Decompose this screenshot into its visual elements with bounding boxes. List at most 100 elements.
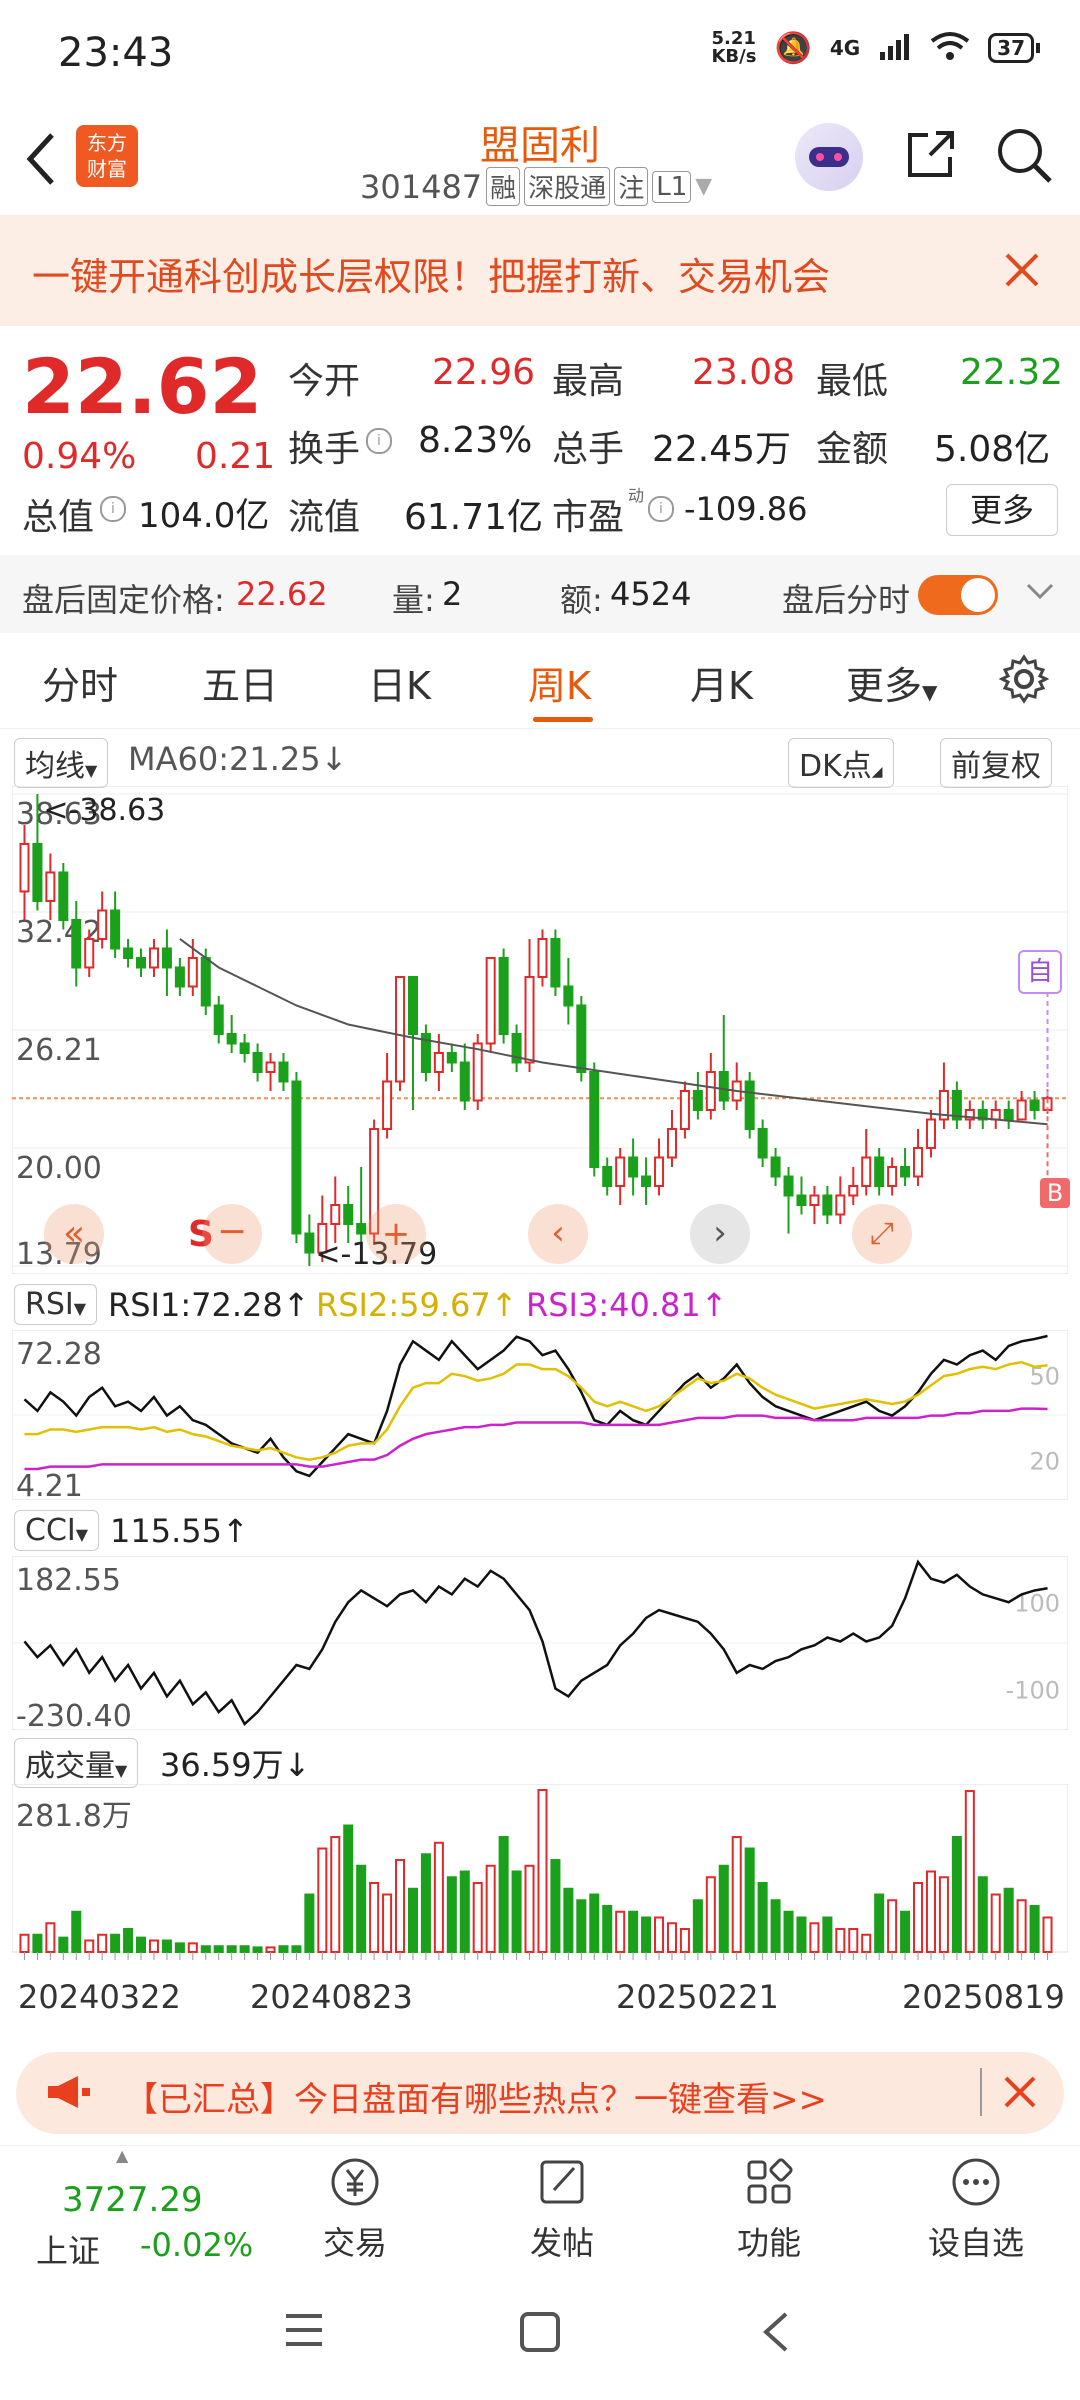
candlestick-chart[interactable]: 38.6332.4226.2120.0013.79<-38.63<-13.79 [12, 786, 1068, 1274]
cci-chart[interactable]: 182.55-230.40100-100 [12, 1556, 1068, 1730]
volume-bar [938, 1876, 949, 1953]
dropdown-icon: ▼ [75, 1525, 89, 1544]
candle-body [679, 1089, 690, 1130]
y-tick-label: 182.55 [16, 1563, 121, 1598]
move-left-icon[interactable]: ‹ [528, 1204, 588, 1264]
hotspot-ad-bar[interactable]: 【已汇总】今日盘面有哪些热点？一键查看>> [16, 2052, 1064, 2134]
buy-marker: B [1040, 1178, 1070, 1208]
volume-bar [990, 1893, 1001, 1953]
volume-bar [589, 1893, 600, 1953]
y-tick-label: 281.8万 [16, 1799, 132, 1834]
tab-daily-k[interactable]: 日K [368, 655, 431, 710]
volume-bar [964, 1790, 975, 1954]
index-name: 上证 [36, 2232, 101, 2270]
candle-body [848, 1185, 859, 1197]
volume-bar [239, 1945, 250, 1953]
yuan-icon [295, 2154, 415, 2218]
close-icon[interactable] [1000, 2072, 1040, 2116]
settings-gear-icon[interactable] [998, 653, 1050, 709]
volume-bar [19, 1933, 30, 1953]
volume-bar [641, 1916, 652, 1953]
move-right-icon[interactable]: › [690, 1204, 750, 1264]
volume-bar [1016, 1899, 1027, 1953]
volume-chart[interactable]: 281.8万 [12, 1784, 1068, 1984]
volume-select-label: 成交量 [25, 1749, 115, 1784]
volume-bar [330, 1836, 341, 1953]
tab-monthly-k[interactable]: 月K [690, 655, 753, 710]
candle-body [913, 1147, 924, 1178]
volume-bar [459, 1870, 470, 1953]
tags-dropdown-icon[interactable]: ▼ [695, 174, 712, 199]
rsi-chart[interactable]: 72.284.215020 [12, 1330, 1068, 1500]
chevron-down-icon[interactable] [1022, 577, 1058, 611]
candle-body [343, 1204, 354, 1226]
tab-five-day[interactable]: 五日 [202, 655, 278, 710]
quote-panel: 22.62 0.94% 0.21 今开 22.96 最高 23.08 最低 22… [0, 326, 1080, 551]
x-label-3: 20250221 [616, 1978, 779, 2016]
volume-bar [679, 1928, 690, 1954]
more-button[interactable]: 更多 [946, 484, 1058, 536]
rewind-icon[interactable]: « [44, 1204, 104, 1264]
candle-body [304, 1232, 315, 1254]
candle-body [654, 1156, 665, 1188]
volume-bar [97, 1933, 108, 1953]
rsi1-legend-text: RSI1:72.28 [108, 1286, 283, 1324]
zoom-out-icon[interactable]: − [202, 1204, 262, 1264]
candle-body [407, 975, 418, 1035]
tab-weekly-k[interactable]: 周K [528, 655, 591, 710]
candle-body [395, 975, 406, 1083]
candle-body [433, 1051, 444, 1073]
nav-trade[interactable]: 交易 [295, 2154, 415, 2264]
volume-bar [550, 1859, 561, 1953]
volume-bar [200, 1945, 211, 1953]
cci-legend-value: 115.55 [110, 1512, 222, 1550]
back-nav-icon[interactable] [756, 2310, 796, 2358]
info-icon[interactable]: i [366, 428, 392, 454]
candle-body [19, 842, 30, 893]
tab-intraday[interactable]: 分时 [42, 655, 118, 710]
candle-body [330, 1204, 341, 1226]
volume-bar [252, 1946, 263, 1954]
volume-select[interactable]: 成交量▼ [14, 1738, 139, 1788]
index-value[interactable]: 3727.29 [62, 2180, 203, 2220]
high-label: 最高 [552, 361, 625, 402]
expand-icon[interactable]: ▲ [116, 2146, 128, 2165]
candle-body [705, 1070, 716, 1111]
volume-bar [110, 1933, 121, 1953]
nav-post[interactable]: 发帖 [502, 2154, 622, 2264]
indicator-line-2 [24, 1407, 1048, 1471]
amount-label: 金额 [816, 429, 889, 470]
system-nav-bar [0, 2270, 1080, 2400]
assistant-avatar[interactable] [795, 123, 863, 191]
volume-bar [822, 1916, 833, 1953]
after-hours-toggle[interactable] [918, 575, 998, 615]
promo-banner[interactable]: 一键开通科创成长层权限！把握打新、交易机会 [0, 216, 1080, 326]
share-icon[interactable] [900, 125, 960, 189]
max-price-label: <-38.63 [43, 793, 165, 828]
rsi3-legend-text: RSI3:40.81 [526, 1286, 701, 1324]
nav-functions[interactable]: 功能 [709, 2154, 829, 2264]
self-select-marker[interactable]: 自 [1018, 950, 1062, 994]
info-icon[interactable]: i [100, 496, 126, 522]
candle-body [537, 937, 548, 978]
nav-add-watchlist[interactable]: 设自选 [916, 2154, 1036, 2264]
candle-body [84, 937, 95, 969]
search-icon[interactable] [994, 125, 1054, 189]
x-label-2: 20240823 [250, 1978, 413, 2016]
info-icon[interactable]: i [648, 496, 674, 522]
fullscreen-icon[interactable]: ⤢ [852, 1204, 912, 1264]
x-label-4: 20250819 [902, 1978, 1065, 2016]
candle-body [602, 1166, 613, 1188]
volume-bar [861, 1933, 872, 1953]
ma-select[interactable]: 均线▼ [14, 738, 109, 788]
menu-icon[interactable] [282, 2310, 326, 2354]
zoom-in-icon[interactable]: + [366, 1204, 426, 1264]
home-icon[interactable] [518, 2310, 562, 2358]
adjust-button[interactable]: 前复权 [940, 738, 1052, 788]
rsi-select[interactable]: RSI▼ [14, 1284, 98, 1325]
close-icon[interactable] [1002, 250, 1042, 294]
tab-more[interactable]: 更多▼ [846, 655, 937, 710]
dk-button[interactable]: DK点◢ [788, 738, 894, 788]
promo-banner-text: 一键开通科创成长层权限！把握打新、交易机会 [32, 255, 831, 299]
cci-select[interactable]: CCI▼ [14, 1510, 100, 1551]
